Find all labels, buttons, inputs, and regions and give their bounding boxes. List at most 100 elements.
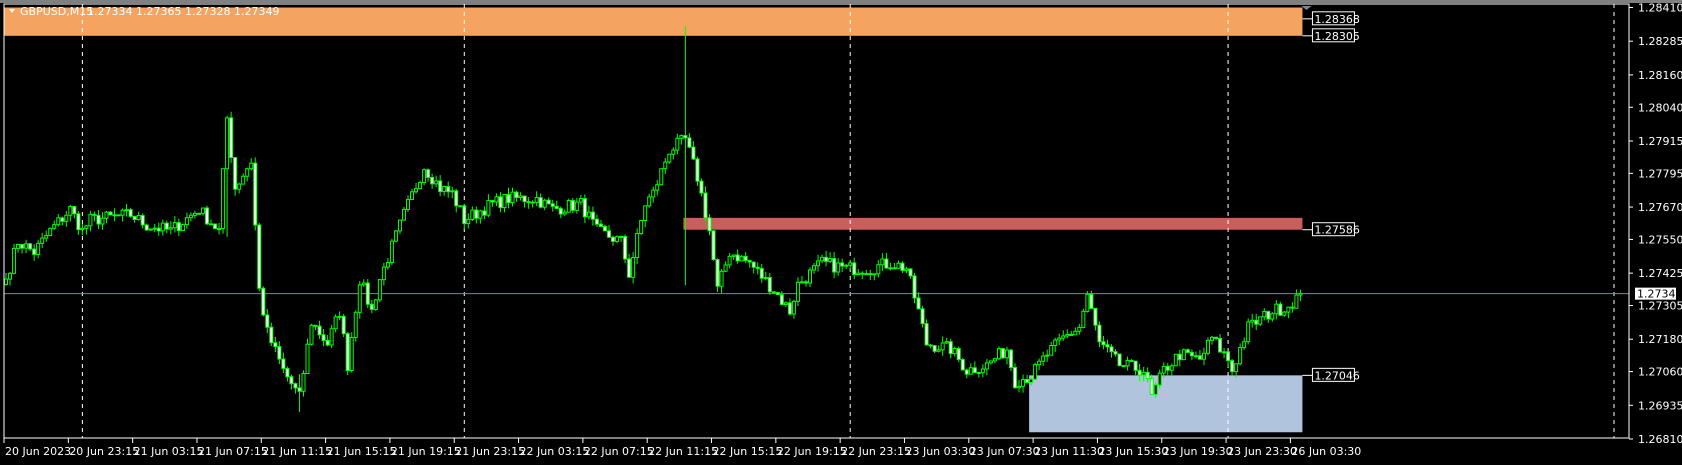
bear-candle-body xyxy=(261,287,266,316)
bull-candle-body xyxy=(1282,311,1287,316)
candle xyxy=(140,213,145,229)
candle xyxy=(321,329,326,347)
candle xyxy=(538,193,543,209)
bear-candle-body xyxy=(209,223,214,226)
candle xyxy=(1222,347,1227,359)
bull-candle-body xyxy=(988,360,993,364)
bull-candle-body xyxy=(534,197,539,203)
candle xyxy=(639,220,644,235)
bear-candle-body xyxy=(900,262,905,271)
bear-candle-body xyxy=(1177,353,1182,361)
candle xyxy=(1101,335,1106,350)
candle xyxy=(144,223,149,231)
candle xyxy=(703,186,708,221)
candle xyxy=(337,311,342,321)
bear-candle-body xyxy=(345,333,350,372)
zone-price-label: 1.28305 xyxy=(1314,30,1360,43)
y-tick-label: 1.27670 xyxy=(1638,201,1682,214)
candle xyxy=(506,187,511,209)
bear-candle-body xyxy=(60,217,65,222)
bear-candle-body xyxy=(707,217,712,232)
x-tick-label: 23 Jun 19:30 xyxy=(1163,445,1233,458)
bull-candle-body xyxy=(333,316,338,330)
bear-candle-body xyxy=(972,367,977,374)
candle xyxy=(916,292,921,310)
candle xyxy=(860,271,865,280)
candle xyxy=(1242,337,1247,350)
candle xyxy=(787,298,792,316)
bull-candle-body xyxy=(148,228,153,231)
bull-candle-body xyxy=(442,185,447,193)
x-tick-label: 23 Jun 07:30 xyxy=(970,445,1040,458)
bull-candle-body xyxy=(410,191,415,200)
bear-candle-body xyxy=(787,302,792,315)
candle xyxy=(494,193,499,207)
bull-candle-body xyxy=(1242,341,1247,349)
bear-candle-body xyxy=(164,222,169,230)
candle xyxy=(1033,362,1038,381)
candle xyxy=(707,214,712,236)
bull-candle-body xyxy=(16,243,21,249)
candle xyxy=(1097,321,1102,348)
bull-candle-body xyxy=(397,219,402,232)
candle xyxy=(816,254,821,272)
bull-candle-body xyxy=(357,284,362,313)
bull-candle-body xyxy=(992,358,997,362)
candle xyxy=(60,216,65,226)
candle xyxy=(912,273,917,304)
candle xyxy=(1210,335,1214,345)
bear-candle-body xyxy=(590,211,595,220)
candle xyxy=(651,186,656,203)
candle xyxy=(522,195,527,208)
bull-candle-body xyxy=(1258,316,1263,325)
y-tick-label: 1.27550 xyxy=(1638,233,1682,246)
candle xyxy=(727,253,732,269)
bull-candle-body xyxy=(245,168,250,177)
bear-candle-body xyxy=(960,358,965,371)
bear-candle-body xyxy=(932,345,937,352)
candle xyxy=(1201,347,1206,366)
bull-candle-body xyxy=(719,270,724,287)
bear-candle-body xyxy=(611,236,616,242)
zone-anchor-icon[interactable] xyxy=(1301,6,1312,10)
candle xyxy=(434,175,439,188)
candle xyxy=(1041,351,1046,366)
candlestick-chart[interactable]: 1.28368 1.28305 1.27586 1.27046 1.28410 1.28… xyxy=(0,0,1682,465)
bull-candle-body xyxy=(1210,336,1214,341)
bull-candle-body xyxy=(470,209,475,220)
bear-candle-body xyxy=(1137,369,1142,376)
bear-candle-body xyxy=(683,135,688,139)
candle xyxy=(635,228,640,264)
bear-candle-body xyxy=(623,235,628,260)
bull-candle-body xyxy=(968,367,973,375)
mid-supply-zone[interactable] xyxy=(683,217,1303,230)
candle xyxy=(687,132,692,149)
bull-candle-body xyxy=(635,233,640,259)
candle xyxy=(188,212,193,222)
bull-candle-body xyxy=(647,196,652,207)
bear-candle-body xyxy=(474,209,479,219)
bull-candle-body xyxy=(864,273,869,276)
x-tick-label: 21 Jun 23:15 xyxy=(455,445,525,458)
bull-candle-body xyxy=(1234,363,1239,373)
demand-zone[interactable] xyxy=(1029,375,1303,433)
bull-candle-body xyxy=(1017,385,1022,389)
bear-candle-body xyxy=(703,192,708,219)
candle xyxy=(80,223,85,236)
candle xyxy=(791,299,796,319)
bear-candle-body xyxy=(803,281,808,284)
candle xyxy=(200,207,205,216)
candle xyxy=(747,259,752,268)
candle xyxy=(1121,364,1126,368)
chart-header[interactable]: GBPUSD,M15 1.27334 1.27365 1.27328 1.273… xyxy=(9,5,279,18)
bull-candle-body xyxy=(450,190,455,193)
bull-candle-body xyxy=(172,222,177,229)
bear-candle-body xyxy=(558,207,563,215)
candle xyxy=(1129,359,1134,362)
bull-candle-body xyxy=(675,137,680,151)
bull-candle-body xyxy=(510,191,515,204)
bull-candle-body xyxy=(422,169,427,184)
bull-candle-body xyxy=(361,282,366,286)
candle xyxy=(16,243,21,253)
candle xyxy=(699,178,704,197)
